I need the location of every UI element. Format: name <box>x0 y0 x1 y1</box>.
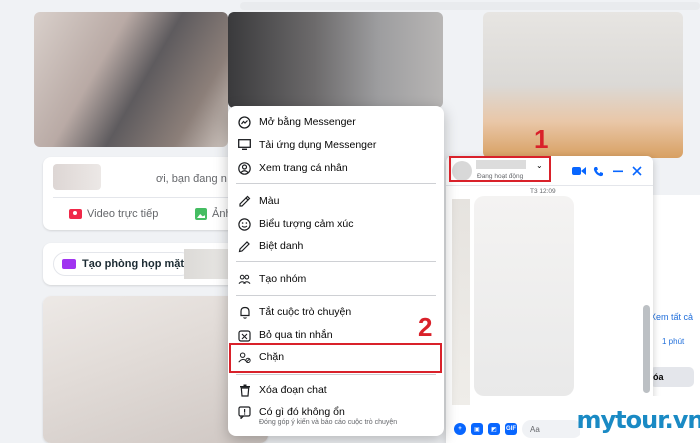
color-icon <box>238 195 251 208</box>
gif-icon[interactable]: GIF <box>505 423 517 435</box>
menu-item-label: Tạo nhóm <box>259 273 307 285</box>
group-icon <box>238 273 251 286</box>
menu-divider <box>236 295 436 296</box>
menu-item-label: Có gì đó không ổn <box>259 406 345 418</box>
menu-item-view-profile[interactable]: Xem trang cá nhân <box>228 157 444 179</box>
highlight-chat-name <box>449 156 551 182</box>
menu-item-emoji[interactable]: Biểu tượng cảm xúc <box>228 213 444 235</box>
watermark-text: mytour.vn <box>576 405 700 434</box>
create-room-button[interactable]: Tạo phòng họp mặt <box>53 252 194 276</box>
create-room-label: Tạo phòng họp mặt <box>82 258 185 270</box>
video-room-icon <box>62 259 76 269</box>
bell-icon <box>238 306 251 319</box>
trash-icon <box>238 384 251 397</box>
menu-item-nickname[interactable]: Biệt danh <box>228 235 444 257</box>
chat-sender-avatar-blur <box>452 199 470 405</box>
menu-item-label: Bỏ qua tin nhắn <box>259 329 333 341</box>
phone-icon[interactable] <box>592 164 604 178</box>
watermark-logo: mytour.vn <box>576 396 700 443</box>
menu-item-mute[interactable]: Tắt cuộc trò chuyện <box>228 301 444 323</box>
menu-item-label: Màu <box>259 195 280 207</box>
sticker-icon[interactable]: ◩ <box>488 423 500 435</box>
report-subtext: Đóng góp ý kiến và báo cáo cuộc trò chuy… <box>259 419 398 426</box>
chat-message-blur <box>474 196 574 396</box>
pencil-icon <box>238 240 251 253</box>
story-thumbnail-1[interactable] <box>34 12 228 147</box>
story-thumbnail-2[interactable] <box>228 12 443 108</box>
menu-item-label: Biệt danh <box>259 240 304 252</box>
photo-button[interactable]: Ảnh <box>195 208 232 220</box>
minimize-icon[interactable] <box>612 164 624 178</box>
header-bar <box>240 2 700 10</box>
menu-item-open-messenger[interactable]: Mở bằng Messenger <box>228 111 444 133</box>
step-number-2: 2 <box>418 312 433 342</box>
close-icon[interactable] <box>631 164 643 178</box>
live-video-button[interactable]: Video trực tiếp <box>69 208 158 220</box>
chat-scrollbar[interactable] <box>643 305 650 393</box>
menu-item-label: Mở bằng Messenger <box>259 116 356 128</box>
see-all-link[interactable]: Xem tất cả <box>650 312 693 322</box>
emoji-icon <box>238 217 251 231</box>
ignore-icon <box>238 329 251 342</box>
composer-prompt[interactable]: ơi, bạn đang n <box>156 173 227 185</box>
right-action-button[interactable]: óa <box>650 367 694 387</box>
menu-item-delete-chat[interactable]: Xóa đoạn chat <box>228 379 444 401</box>
menu-item-label: Xem trang cá nhân <box>259 162 348 174</box>
live-video-icon <box>69 209 82 219</box>
menu-divider <box>236 261 436 262</box>
profile-icon <box>238 161 251 175</box>
messenger-icon <box>238 115 251 129</box>
monitor-icon <box>238 139 251 152</box>
avatar[interactable] <box>53 164 101 190</box>
menu-item-color[interactable]: Màu <box>228 190 444 212</box>
chat-timestamp: T3 12:09 <box>530 188 556 195</box>
menu-item-label: Tắt cuộc trò chuyện <box>259 306 352 318</box>
menu-divider <box>236 183 436 184</box>
video-call-icon[interactable] <box>572 164 586 178</box>
menu-item-download-messenger[interactable]: Tải ứng dụng Messenger <box>228 134 444 156</box>
report-icon <box>238 405 251 419</box>
plus-icon[interactable]: + <box>454 423 466 435</box>
menu-item-label: Xóa đoạn chat <box>259 384 327 396</box>
photo-icon <box>195 208 207 220</box>
menu-item-label: Tải ứng dụng Messenger <box>259 139 377 151</box>
menu-item-label: Biểu tượng cảm xúc <box>259 218 354 230</box>
image-icon[interactable]: ▣ <box>471 423 483 435</box>
chat-options-menu: Mở bằng Messenger Tải ứng dụng Messenger… <box>228 106 444 436</box>
menu-item-create-group[interactable]: Tạo nhóm <box>228 268 444 290</box>
step-number-1: 1 <box>534 124 549 154</box>
right-time: 1 phút <box>662 337 685 346</box>
menu-divider <box>236 374 436 375</box>
live-video-label: Video trực tiếp <box>87 208 159 220</box>
highlight-block <box>229 343 442 373</box>
message-input[interactable]: Aa <box>522 420 582 438</box>
right-panel-banner <box>483 12 683 158</box>
